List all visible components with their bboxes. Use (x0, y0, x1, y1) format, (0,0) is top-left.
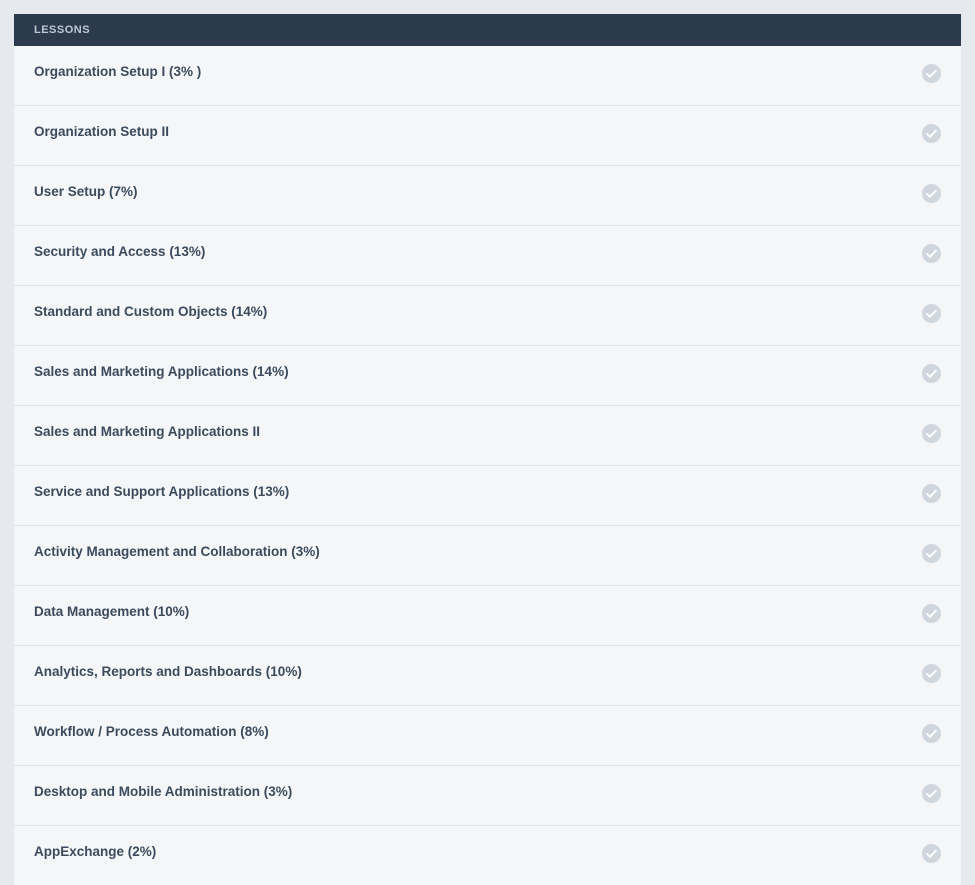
lesson-row[interactable]: Desktop and Mobile Administration (3%) (14, 766, 961, 826)
check-circle-icon (922, 64, 941, 83)
check-circle-icon (922, 664, 941, 683)
lesson-title: Workflow / Process Automation (8%) (34, 724, 269, 739)
lesson-row[interactable]: User Setup (7%) (14, 166, 961, 226)
lesson-row[interactable]: Data Management (10%) (14, 586, 961, 646)
lesson-row[interactable]: Standard and Custom Objects (14%) (14, 286, 961, 346)
check-circle-icon (922, 184, 941, 203)
check-circle-icon (922, 124, 941, 143)
check-circle-icon (922, 784, 941, 803)
lesson-row[interactable]: Activity Management and Collaboration (3… (14, 526, 961, 586)
lesson-title: Activity Management and Collaboration (3… (34, 544, 320, 559)
lesson-title: Sales and Marketing Applications II (34, 424, 260, 439)
check-circle-icon (922, 724, 941, 743)
lesson-title: Organization Setup II (34, 124, 169, 139)
lesson-title: Security and Access (13%) (34, 244, 205, 259)
lessons-list: Organization Setup I (3% ) Organization S… (14, 46, 961, 885)
lesson-row[interactable]: AppExchange (2%) (14, 826, 961, 885)
check-circle-icon (922, 604, 941, 623)
lessons-header-title: LESSONS (34, 24, 90, 36)
lesson-row[interactable]: Organization Setup II (14, 106, 961, 166)
lesson-row[interactable]: Workflow / Process Automation (8%) (14, 706, 961, 766)
lesson-title: User Setup (7%) (34, 184, 138, 199)
lesson-title: Service and Support Applications (13%) (34, 484, 289, 499)
lesson-title: Organization Setup I (3% ) (34, 64, 201, 79)
lesson-row[interactable]: Analytics, Reports and Dashboards (10%) (14, 646, 961, 706)
check-circle-icon (922, 364, 941, 383)
check-circle-icon (922, 304, 941, 323)
lesson-title: Desktop and Mobile Administration (3%) (34, 784, 292, 799)
check-circle-icon (922, 244, 941, 263)
lessons-panel: LESSONS Organization Setup I (3% )Organi… (14, 14, 961, 885)
check-circle-icon (922, 544, 941, 563)
check-circle-icon (922, 484, 941, 503)
lesson-title: AppExchange (2%) (34, 844, 156, 859)
lesson-title: Analytics, Reports and Dashboards (10%) (34, 664, 302, 679)
lesson-title: Sales and Marketing Applications (14%) (34, 364, 289, 379)
lesson-row[interactable]: Sales and Marketing Applications II (14, 406, 961, 466)
lesson-row[interactable]: Organization Setup I (3% ) (14, 46, 961, 106)
lesson-title: Standard and Custom Objects (14%) (34, 304, 267, 319)
check-circle-icon (922, 424, 941, 443)
lesson-title: Data Management (10%) (34, 604, 189, 619)
lesson-row[interactable]: Service and Support Applications (13%) (14, 466, 961, 526)
lesson-row[interactable]: Sales and Marketing Applications (14%) (14, 346, 961, 406)
lessons-header: LESSONS (14, 14, 961, 46)
lesson-row[interactable]: Security and Access (13%) (14, 226, 961, 286)
check-circle-icon (922, 844, 941, 863)
